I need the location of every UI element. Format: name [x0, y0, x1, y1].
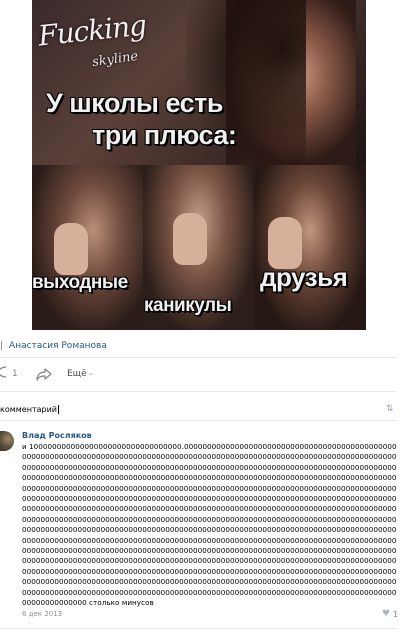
separator — [0, 391, 396, 392]
text-caret — [58, 405, 59, 414]
separator — [0, 420, 396, 421]
like-count: 1 — [12, 369, 18, 379]
author-marker-icon: | — [0, 341, 4, 351]
more-button[interactable]: Ещё — [67, 369, 87, 379]
caption-line-1: У школы есть — [46, 88, 224, 118]
chevron-down-icon: ⌄ — [88, 369, 94, 377]
hand-gesture — [173, 213, 207, 265]
caption-word-3: друзья — [260, 262, 348, 292]
post-author-link[interactable]: Анастасия Романова — [9, 341, 107, 351]
share-icon[interactable] — [36, 366, 52, 381]
caption-word-1: выходные — [32, 272, 128, 293]
comment-input-value: комментарий — [0, 405, 57, 414]
comment-like-count: 1 — [393, 610, 399, 619]
separator — [0, 357, 396, 358]
image-panel-3 — [254, 165, 366, 330]
image-panel-1 — [32, 165, 143, 330]
caption-line-2: три плюса: — [92, 120, 237, 150]
comment-author-link[interactable]: Влад Росляков — [22, 431, 92, 440]
comment-date[interactable]: 6 дек 2013 — [22, 610, 62, 618]
avatar[interactable] — [0, 431, 14, 451]
hand-gesture — [54, 223, 88, 275]
heart-icon[interactable] — [0, 366, 10, 380]
caption-word-2: каникулы — [144, 295, 232, 316]
comment-text: и 100000000000000000000000000000000.0000… — [22, 442, 397, 608]
sort-icon[interactable]: ⇅ — [386, 404, 394, 414]
post-author-row: | Анастасия Романова — [0, 338, 107, 354]
comment-input[interactable]: комментарий — [0, 403, 396, 417]
heart-icon[interactable]: ♥ — [382, 609, 390, 619]
separator — [0, 628, 396, 629]
post-image[interactable]: Fucking skyline У школы есть три плюса: … — [32, 0, 366, 330]
